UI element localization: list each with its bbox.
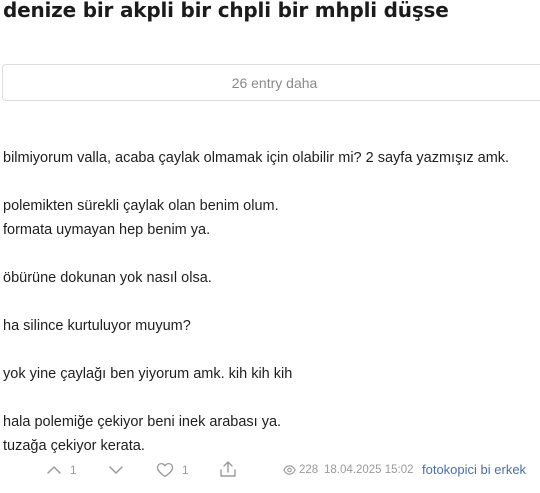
- entry-line: polemikten sürekli çaylak olan benim olu…: [3, 198, 279, 214]
- upvote-button[interactable]: 1: [46, 462, 77, 478]
- upvote-count: 1: [70, 463, 77, 477]
- entry-line: bilmiyorum valla, acaba çaylak olmamak i…: [3, 150, 510, 166]
- share-button[interactable]: [219, 460, 237, 478]
- chevron-down-icon[interactable]: [108, 462, 124, 478]
- entry-paragraph: bilmiyorum valla, acaba çaylak olmamak i…: [3, 146, 533, 170]
- entry-line: formata uymayan hep benim ya.: [3, 222, 211, 238]
- entry-date[interactable]: 18.04.2025 15:02: [324, 464, 414, 476]
- entry-line: ha silince kurtuluyor muyum?: [3, 318, 191, 334]
- downvote-button[interactable]: [108, 462, 124, 478]
- entry-line: öbürüne dokunan yok nasıl olsa.: [3, 270, 212, 286]
- entry-line: hala polemiğe çekiyor beni inek arabası …: [3, 414, 282, 430]
- entry-line: tuzağa çekiyor kerata.: [3, 438, 145, 454]
- entry-paragraph: polemikten sürekli çaylak olan benim olu…: [3, 194, 533, 242]
- view-count-value: 228: [299, 464, 319, 476]
- entry-paragraph: hala polemiğe çekiyor beni inek arabası …: [3, 410, 533, 458]
- author-link[interactable]: fotokopici bi erkek: [422, 462, 526, 477]
- share-icon[interactable]: [219, 460, 237, 478]
- favorite-count: 1: [182, 463, 189, 477]
- topic-title[interactable]: denize bir akpli bir chpli bir mhpli düş…: [3, 0, 449, 24]
- entry-paragraph: öbürüne dokunan yok nasıl olsa.: [3, 266, 533, 290]
- entry-content: bilmiyorum valla, acaba çaylak olmamak i…: [3, 146, 533, 482]
- favorite-button[interactable]: 1: [156, 462, 189, 478]
- eye-icon: [283, 465, 296, 475]
- entry-line: yok yine çaylağı ben yiyorum amk. kih ki…: [3, 366, 293, 382]
- view-count: 228: [283, 464, 318, 476]
- entry-paragraph: yok yine çaylağı ben yiyorum amk. kih ki…: [3, 362, 533, 386]
- entry-footer: 1 1 228 18.04.2025 15:02 fotokopici bi e…: [0, 458, 540, 486]
- more-entries-button[interactable]: 26 entry daha: [2, 64, 540, 101]
- heart-icon[interactable]: [156, 462, 174, 478]
- entry-paragraph: ha silince kurtuluyor muyum?: [3, 314, 533, 338]
- chevron-up-icon[interactable]: [46, 462, 62, 478]
